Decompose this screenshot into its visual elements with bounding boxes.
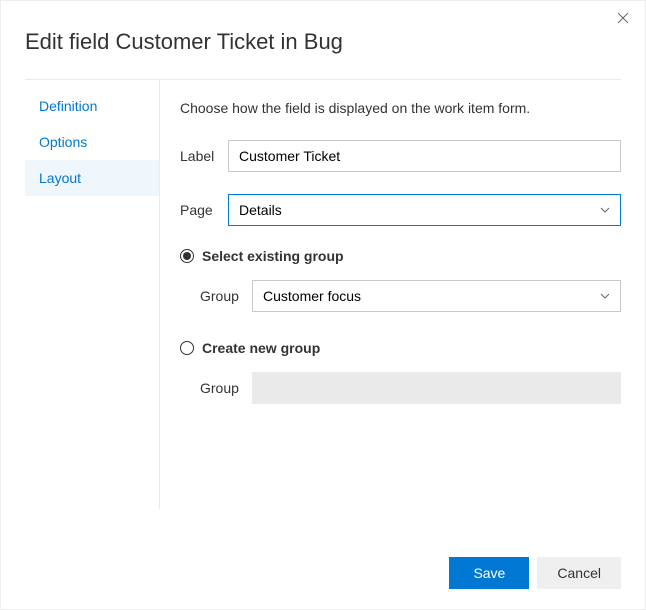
sidebar: Definition Options Layout (25, 80, 160, 509)
new-group-input (252, 372, 621, 404)
radio-select-existing-group[interactable]: Select existing group (180, 248, 621, 264)
content-area: Definition Options Layout Choose how the… (25, 79, 621, 509)
label-input[interactable] (228, 140, 621, 172)
new-group-row: Group (180, 372, 621, 404)
radio-label: Select existing group (202, 248, 344, 264)
sidebar-item-layout[interactable]: Layout (25, 160, 159, 196)
label-field-label: Label (180, 148, 228, 164)
page-select-wrap (228, 194, 621, 226)
sidebar-item-options[interactable]: Options (25, 124, 159, 160)
footer: Save Cancel (449, 557, 621, 589)
group-select[interactable] (252, 280, 621, 312)
cancel-button[interactable]: Cancel (537, 557, 621, 589)
save-button[interactable]: Save (449, 557, 529, 589)
sidebar-item-definition[interactable]: Definition (25, 88, 159, 124)
page-select[interactable] (228, 194, 621, 226)
dialog-title: Edit field Customer Ticket in Bug (1, 1, 645, 79)
page-field-label: Page (180, 202, 228, 218)
radio-icon (180, 249, 194, 263)
sidebar-item-label: Definition (39, 98, 97, 114)
sidebar-item-label: Layout (39, 170, 81, 186)
radio-create-new-group[interactable]: Create new group (180, 340, 621, 356)
new-group-field-label: Group (200, 380, 252, 396)
main-panel: Choose how the field is displayed on the… (160, 80, 621, 509)
sidebar-item-label: Options (39, 134, 87, 150)
close-button[interactable] (613, 9, 633, 29)
group-select-wrap (252, 280, 621, 312)
close-icon (617, 11, 629, 27)
group-field-label: Group (200, 288, 252, 304)
intro-text: Choose how the field is displayed on the… (180, 100, 621, 116)
radio-icon (180, 341, 194, 355)
page-row: Page (180, 194, 621, 226)
radio-label: Create new group (202, 340, 320, 356)
label-row: Label (180, 140, 621, 172)
group-row: Group (180, 280, 621, 312)
